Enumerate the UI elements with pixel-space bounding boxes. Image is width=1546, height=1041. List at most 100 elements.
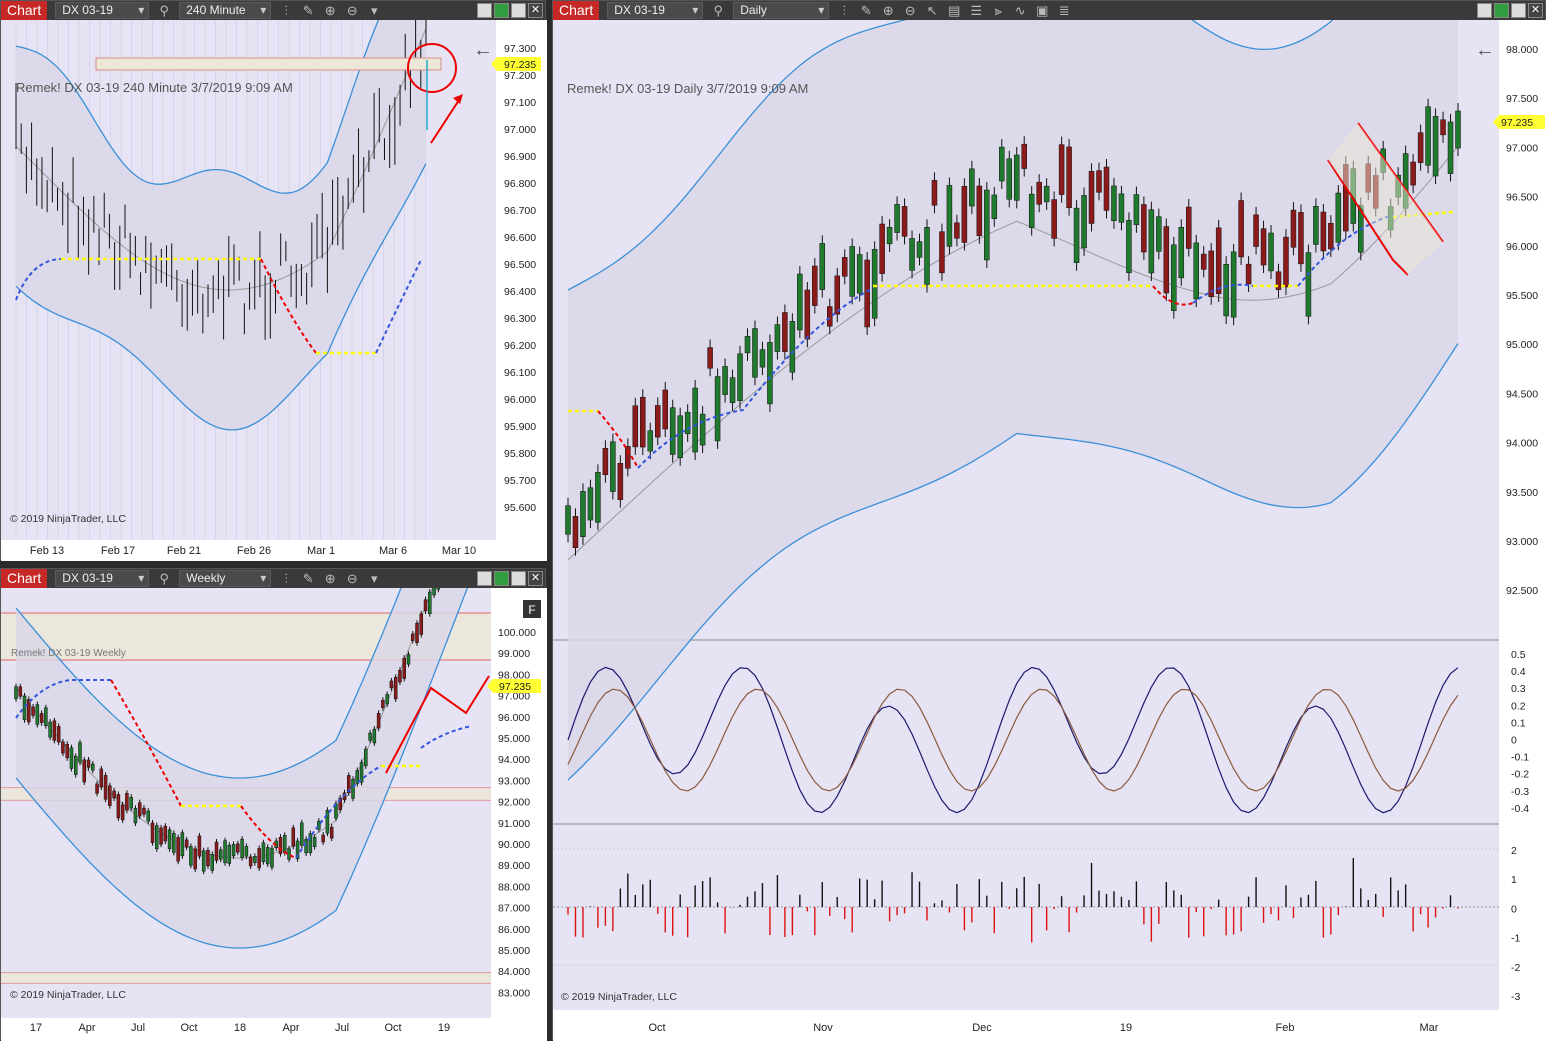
maximize-icon[interactable] [511,3,526,18]
price-axis-label: 91.000 [498,818,530,830]
pencil-icon[interactable]: ✎ [301,3,315,19]
candle [35,704,40,725]
zoom-in-icon[interactable]: ⊕ [881,3,895,19]
candle [69,747,74,769]
price-axis-label: 88.000 [498,881,530,893]
candle [991,194,998,220]
candle [1156,216,1162,252]
candle [864,259,870,328]
candle [684,411,691,435]
candle [14,686,18,699]
price-axis-label: 94.500 [1506,388,1538,400]
candle [587,487,594,521]
period-selector[interactable]: Weekly [179,570,272,587]
time-axis-label: 17 [30,1022,42,1034]
instrument-selector[interactable]: DX 03-19 [55,570,150,587]
link-icon[interactable] [494,3,509,18]
close-icon[interactable]: ✕ [528,3,543,18]
candle [841,257,848,277]
price-panel[interactable]: 100.00099.00098.00097.00096.00095.00094.… [1,588,547,1041]
time-axis-label: 18 [234,1022,246,1034]
price-panel[interactable]: 98.000 97.500 97.000 96.500 96.000 95.500 95.0… [553,20,1546,1041]
candle [193,848,197,870]
candle [1073,207,1080,263]
candle [819,243,826,290]
zoom-out-icon[interactable]: ⊖ [345,3,359,19]
price-marker-text: 97.235 [504,59,536,71]
zoom-in-icon[interactable]: ⊕ [323,571,337,587]
minimize-icon[interactable] [1477,3,1492,18]
price-axis-label: 86.000 [498,924,530,936]
candle [410,633,415,641]
candle [95,783,99,794]
candle [146,810,150,822]
candle [432,588,436,596]
bar-chart-icon[interactable]: ⫶ [837,3,851,19]
time-axis-label: Jul [335,1022,349,1034]
search-icon[interactable]: ⚲ [157,571,171,587]
search-icon[interactable]: ⚲ [157,3,171,19]
candle [1320,211,1327,252]
link-icon[interactable] [1494,3,1509,18]
time-axis-label: Jul [131,1022,145,1034]
bar-chart-icon[interactable]: ⫶ [279,571,293,587]
candle [759,349,766,368]
candle [1066,146,1072,208]
chart-style-icon[interactable]: ☰ [969,3,983,19]
candle [1118,193,1125,223]
data-box-icon[interactable]: ▣ [1035,3,1049,19]
price-axis-label: 84.000 [498,966,530,978]
minimize-icon[interactable] [477,3,492,18]
candle [699,413,706,446]
minimize-icon[interactable] [477,571,492,586]
candle [662,389,668,430]
strategies-icon[interactable]: ∿ [1013,3,1027,19]
candle [1440,119,1446,136]
period-selector[interactable]: Daily [733,2,830,19]
histogram-axis-label: 1 [1511,874,1517,886]
candle [1298,212,1304,265]
price-axis-label: 96.200 [504,340,536,352]
maximize-icon[interactable] [1511,3,1526,18]
list-icon[interactable]: ≣ [1057,3,1071,19]
instrument-selector[interactable]: DX 03-19 [607,2,704,19]
candle [368,732,372,741]
zoom-in-icon[interactable]: ⊕ [323,3,337,19]
candle [954,222,960,239]
close-icon[interactable]: ✕ [528,571,543,586]
chart-tab-label[interactable]: Chart [1,569,48,588]
candle [406,654,411,665]
indicators-icon[interactable]: ⫸ [991,3,1005,19]
zoom-out-icon[interactable]: ⊖ [903,3,917,19]
time-axis-label: Oct [648,1022,665,1034]
candle [86,759,91,768]
search-icon[interactable]: ⚲ [711,3,725,19]
time-axis-label: Mar 6 [379,545,407,557]
dropdown-icon[interactable]: ▾ [367,3,381,19]
bar-chart-icon[interactable]: ⫶ [279,3,293,19]
chart-tab-label[interactable]: Chart [1,1,48,20]
candle [572,516,579,548]
close-icon[interactable]: ✕ [1528,3,1543,18]
candle [1223,263,1229,317]
properties-icon[interactable]: ▤ [947,3,961,19]
zoom-out-icon[interactable]: ⊖ [345,571,359,587]
price-panel[interactable]: 97.300 97.200 97.100 97.000 96.900 96.800 96.7… [1,20,547,561]
price-axis-label: 96.500 [504,259,536,271]
cursor-icon[interactable]: ↖ [925,3,939,19]
candle [580,491,586,537]
instrument-selector[interactable]: DX 03-19 [55,2,150,19]
price-axis-label: 93.500 [1506,487,1538,499]
candle [18,686,23,697]
pencil-icon[interactable]: ✎ [859,3,873,19]
candle [1186,206,1192,249]
candle [849,246,855,297]
candle [1096,170,1102,193]
link-icon[interactable] [494,571,509,586]
candle [692,387,698,453]
pencil-icon[interactable]: ✎ [301,571,315,587]
period-selector[interactable]: 240 Minute [179,2,272,19]
dropdown-icon[interactable]: ▾ [367,571,381,587]
chart-tab-label[interactable]: Chart [553,1,600,20]
maximize-icon[interactable] [511,571,526,586]
